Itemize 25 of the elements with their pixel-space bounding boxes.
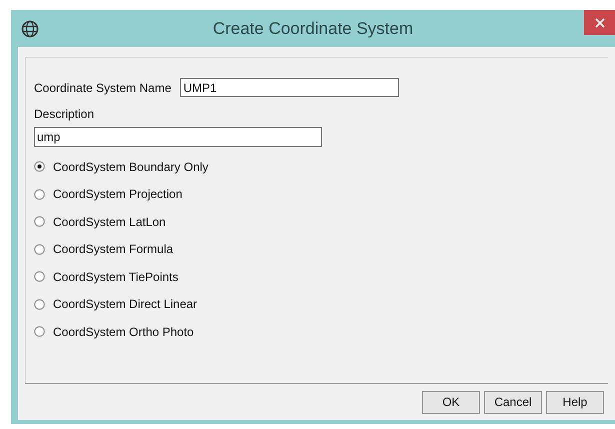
globe-icon	[21, 20, 39, 38]
radio-button[interactable]	[34, 244, 45, 255]
dialog-button[interactable]: Help	[546, 390, 604, 414]
name-field[interactable]: UMP1	[180, 78, 400, 97]
dialog-button[interactable]: Cancel	[484, 390, 542, 414]
close-button[interactable]	[584, 10, 615, 35]
radio-button[interactable]	[34, 271, 45, 282]
radio-button[interactable]	[34, 161, 45, 172]
radio-option[interactable]: CoordSystem Projection	[34, 180, 600, 208]
radio-option[interactable]: CoordSystem TiePoints	[34, 263, 600, 290]
radio-option[interactable]: CoordSystem Formula	[34, 236, 600, 263]
radio-button[interactable]	[34, 298, 45, 310]
radio-button[interactable]	[34, 188, 45, 200]
description-field[interactable]: ump	[34, 127, 322, 147]
radio-option[interactable]: CoordSystem Boundary Only	[34, 153, 600, 180]
window-title: Create Coordinate System	[212, 18, 414, 40]
close-icon	[594, 18, 604, 28]
dialog-button[interactable]: OK	[422, 390, 480, 414]
radio-button[interactable]	[34, 216, 45, 228]
radio-option[interactable]: CoordSystem Ortho Photo	[34, 318, 600, 346]
radio-button[interactable]	[34, 326, 45, 338]
radio-option[interactable]: CoordSystem LatLon	[34, 208, 600, 236]
field-label: Description	[34, 106, 96, 123]
radio-option[interactable]: CoordSystem Direct Linear	[34, 290, 600, 318]
field-label: Coordinate System Name	[34, 80, 172, 96]
